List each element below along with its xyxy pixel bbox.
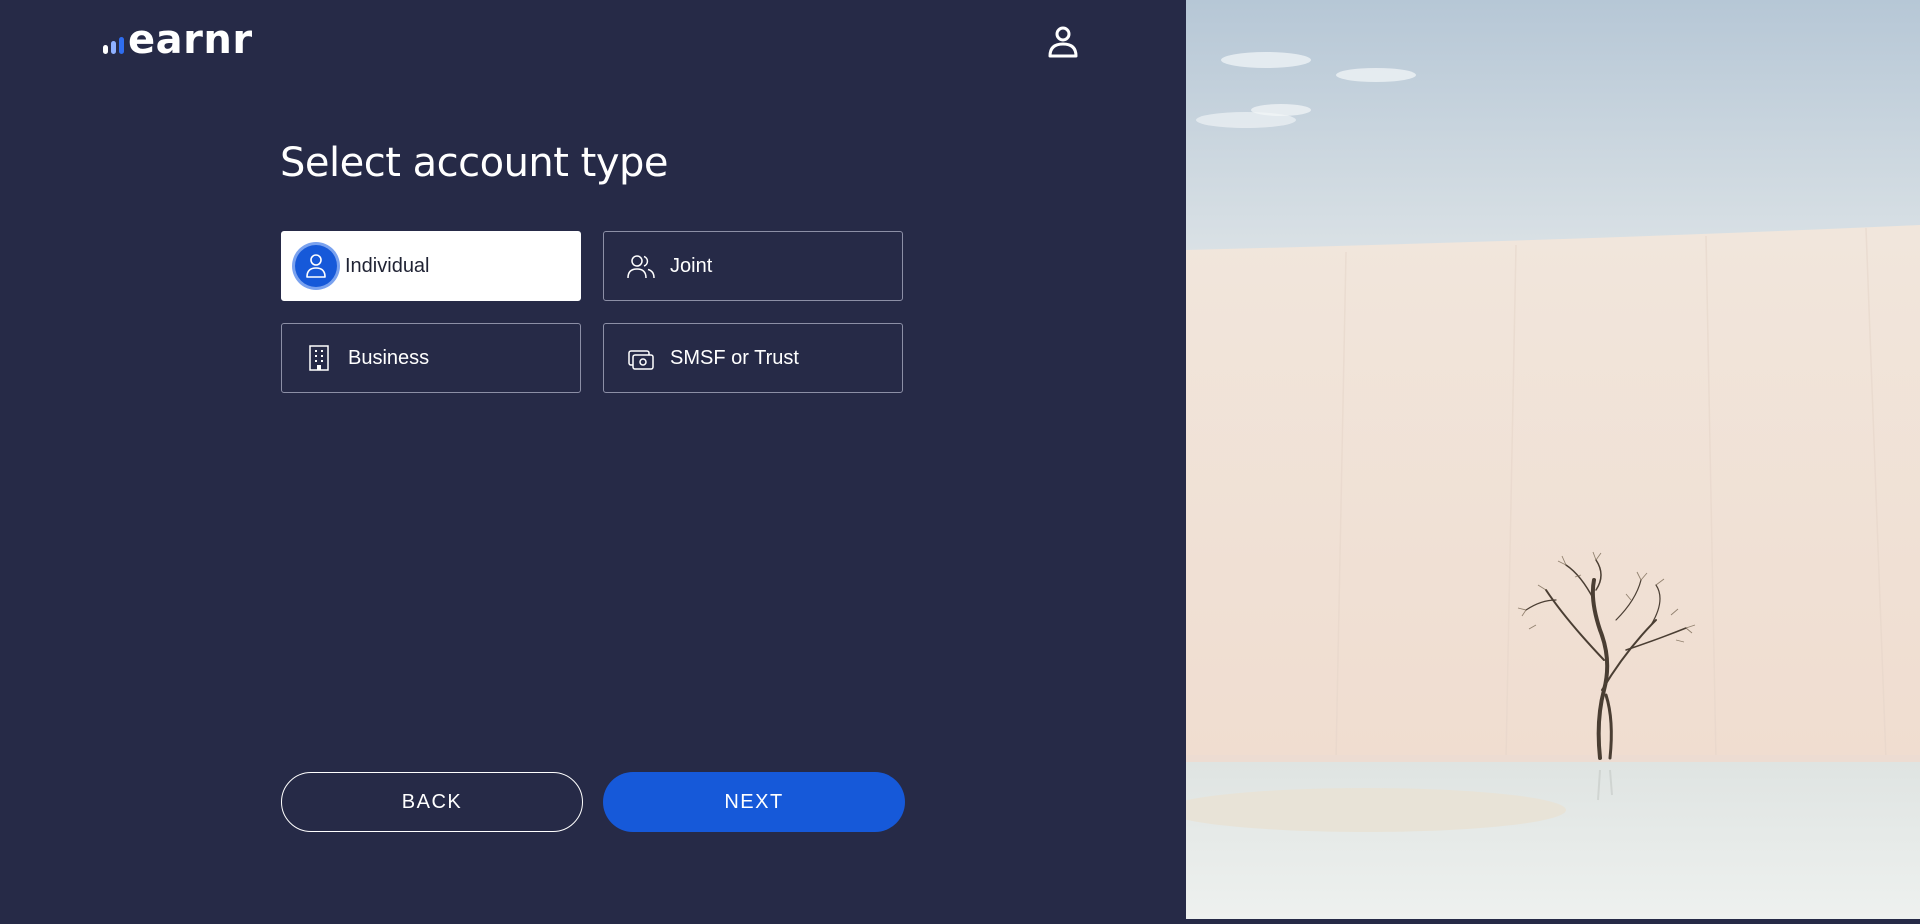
safe-icon [616, 333, 666, 383]
account-type-smsf-trust[interactable]: SMSF or Trust [603, 323, 903, 393]
option-label: Individual [345, 254, 430, 277]
people-icon [616, 241, 666, 291]
tree-landscape-image [1166, 0, 1920, 919]
hero-image [1166, 0, 1920, 919]
back-button[interactable]: BACK [281, 772, 583, 832]
account-type-business[interactable]: Business [281, 323, 581, 393]
user-account-button[interactable] [1046, 24, 1080, 60]
page-title: Select account type [280, 140, 669, 186]
person-icon [295, 245, 337, 287]
earnr-logo[interactable]: earnr [103, 18, 253, 62]
option-label: SMSF or Trust [670, 346, 799, 369]
logo-bars-icon [103, 37, 124, 62]
building-icon [294, 333, 344, 383]
account-type-joint[interactable]: Joint [603, 231, 903, 301]
user-icon [1048, 26, 1078, 58]
logo-text: earnr [128, 17, 253, 63]
option-label: Business [348, 346, 430, 369]
left-panel: earnr Select account type Individual Joi… [0, 0, 1186, 919]
next-button[interactable]: NEXT [603, 772, 905, 832]
option-label: Joint [670, 254, 713, 277]
account-type-individual[interactable]: Individual [281, 231, 581, 301]
